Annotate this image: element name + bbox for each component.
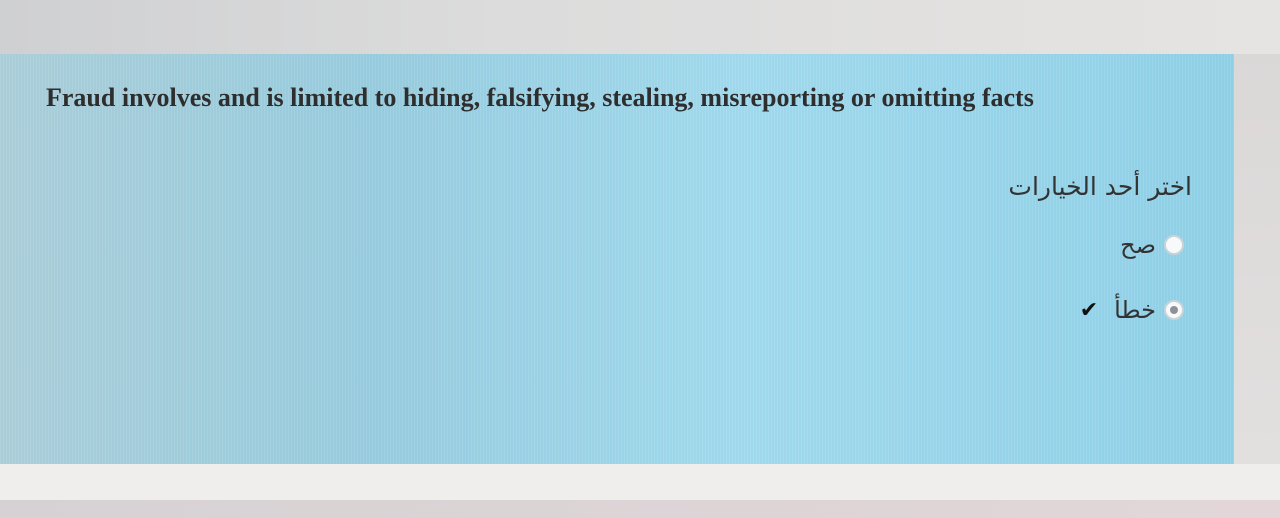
radio-button-true[interactable] <box>1164 235 1184 255</box>
top-strip <box>0 0 1280 54</box>
checkmark-icon: ✔ <box>1079 297 1099 323</box>
question-panel <box>0 54 1234 464</box>
question-text: Fraud involves and is limited to hiding,… <box>46 83 1034 112</box>
choose-option-instruction: اختر أحد الخيارات <box>1008 172 1192 201</box>
radio-button-false[interactable] <box>1164 300 1184 320</box>
option-true[interactable]: صح <box>1120 229 1184 261</box>
option-false[interactable]: خطأ ✔ <box>1080 294 1184 326</box>
bottom-band <box>0 464 1280 500</box>
option-label-true: صح <box>1120 231 1156 259</box>
option-label-false: خطأ <box>1114 296 1156 324</box>
bottom-edge <box>0 500 1280 518</box>
